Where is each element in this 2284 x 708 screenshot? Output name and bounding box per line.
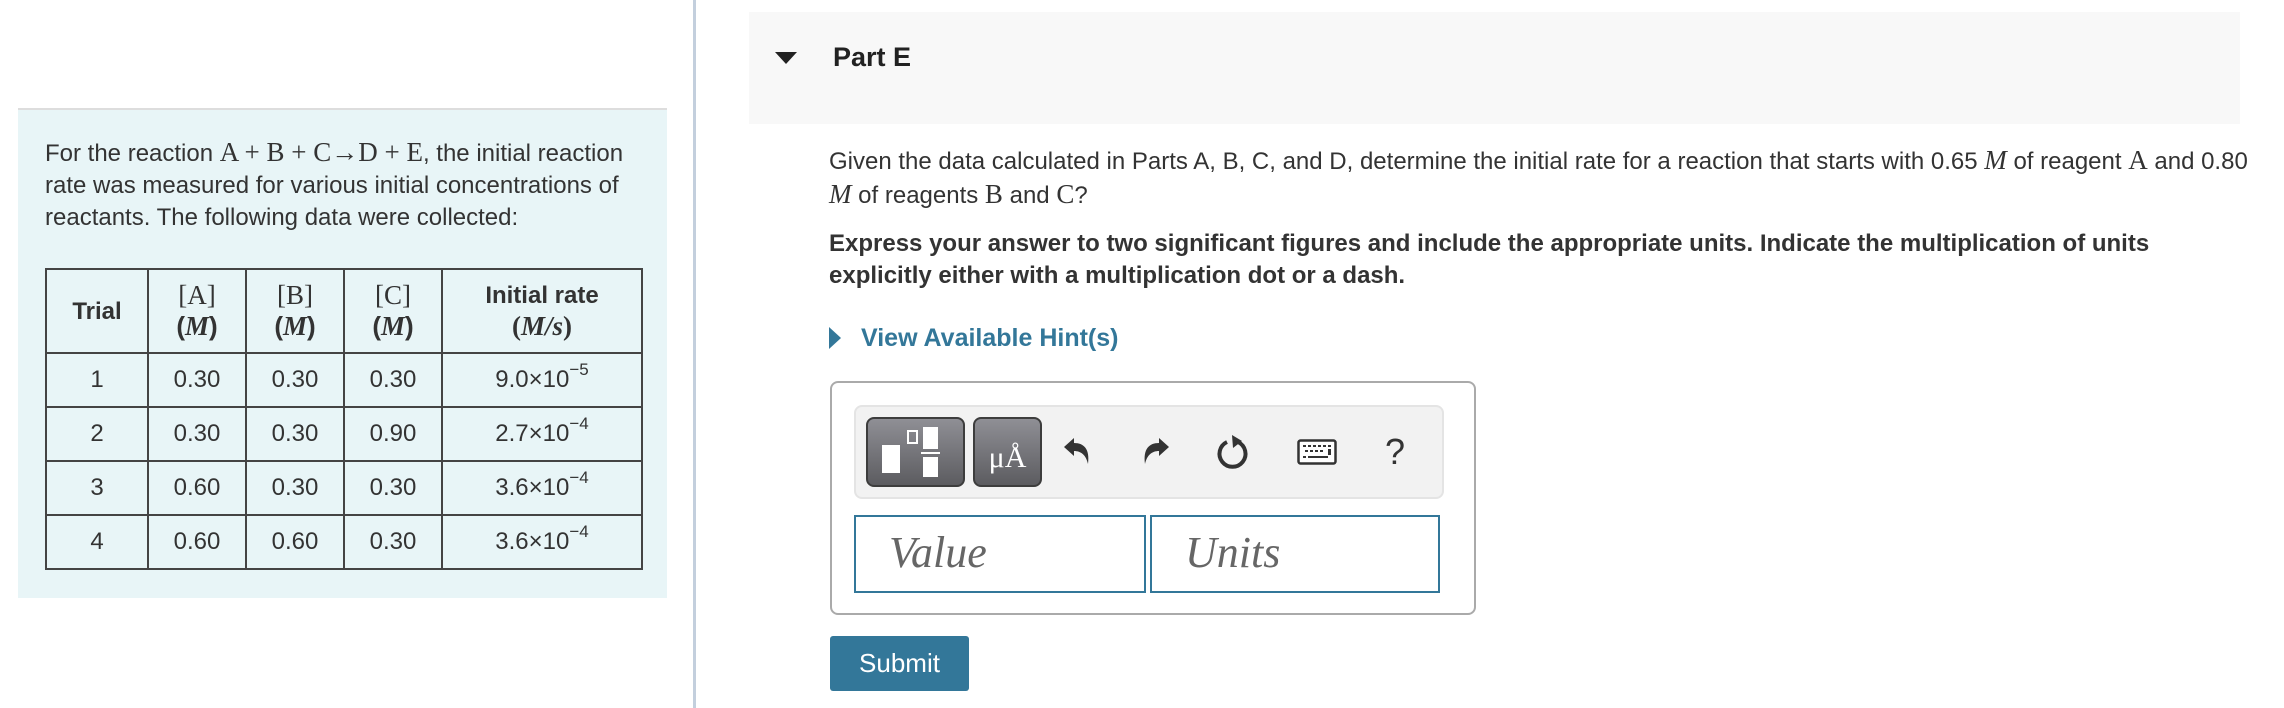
part-title: Part E (833, 42, 912, 72)
cell-c: 0.90 (343, 406, 443, 462)
units-button[interactable]: μÅ (973, 417, 1042, 487)
cell-trial: 4 (45, 514, 149, 570)
keyboard-icon (1297, 439, 1337, 465)
cell-b: 0.30 (245, 460, 345, 516)
table-row: 1 0.30 0.30 0.30 9.0×10−5 (45, 352, 643, 408)
answer-instruction: Express your answer to two significant f… (829, 230, 2150, 289)
math-toolbar: μÅ ? (854, 405, 1444, 499)
cell-b: 0.60 (245, 514, 345, 570)
redo-button[interactable] (1131, 427, 1181, 477)
problem-panel: For the reaction A + B + C→D + E, the in… (18, 108, 667, 598)
answer-box: μÅ ? Value Units (830, 381, 1476, 615)
cell-trial: 2 (45, 406, 149, 462)
cell-trial: 3 (45, 460, 149, 516)
rate-data-table: Trial [A] (M) [B] (M) [C] (M) Initial ra… (45, 268, 643, 570)
header-c: [C] (M) (343, 268, 443, 354)
reset-icon (1217, 435, 1248, 469)
help-button[interactable]: ? (1370, 427, 1420, 477)
reaction-equation: A + B + C→D + E (219, 137, 423, 167)
cell-a: 0.30 (147, 406, 247, 462)
cell-c: 0.30 (343, 460, 443, 516)
value-placeholder: Value (889, 528, 987, 577)
header-a: [A] (M) (147, 268, 247, 354)
cell-b: 0.30 (245, 352, 345, 408)
expand-triangle-icon (829, 327, 841, 349)
cell-c: 0.30 (343, 514, 443, 570)
table-row: 3 0.60 0.30 0.30 3.6×10−4 (45, 460, 643, 516)
cell-a: 0.30 (147, 352, 247, 408)
value-input[interactable]: Value (854, 515, 1146, 593)
cell-b: 0.30 (245, 406, 345, 462)
reset-button[interactable] (1209, 427, 1259, 477)
templates-button[interactable] (866, 417, 965, 487)
cell-a: 0.60 (147, 514, 247, 570)
pane-divider (693, 0, 696, 708)
undo-icon (1064, 438, 1089, 464)
table-row: 2 0.30 0.30 0.90 2.7×10−4 (45, 406, 643, 462)
redo-icon (1144, 438, 1169, 464)
units-placeholder: Units (1185, 528, 1281, 577)
hint-label[interactable]: View Available Hint(s) (861, 324, 1118, 353)
view-hints-link[interactable]: View Available Hint(s) (829, 321, 1118, 355)
header-trial: Trial (45, 268, 149, 354)
templates-icon (882, 427, 940, 477)
help-icon: ? (1384, 431, 1406, 472)
cell-c: 0.30 (343, 352, 443, 408)
cell-rate: 3.6×10−4 (441, 460, 643, 516)
keyboard-button[interactable] (1292, 427, 1342, 477)
header-b: [B] (M) (245, 268, 345, 354)
undo-button[interactable] (1052, 427, 1102, 477)
units-icon: μÅ (988, 441, 1027, 474)
cell-rate: 2.7×10−4 (441, 406, 643, 462)
table-row: 4 0.60 0.60 0.30 3.6×10−4 (45, 514, 643, 570)
cell-trial: 1 (45, 352, 149, 408)
collapse-triangle-icon[interactable] (775, 52, 797, 64)
units-input[interactable]: Units (1150, 515, 1440, 593)
part-header[interactable]: Part E (749, 12, 2240, 124)
header-initial-rate: Initial rate (M/s) (441, 268, 643, 354)
cell-rate: 9.0×10−5 (441, 352, 643, 408)
problem-intro: For the reaction A + B + C→D + E, the in… (45, 136, 645, 234)
table-header-row: Trial [A] (M) [B] (M) [C] (M) Initial ra… (45, 268, 643, 354)
cell-rate: 3.6×10−4 (441, 514, 643, 570)
intro-prefix: For the reaction (45, 140, 220, 167)
submit-button[interactable]: Submit (830, 636, 969, 691)
cell-a: 0.60 (147, 460, 247, 516)
question-text: Given the data calculated in Parts A, B,… (829, 145, 2248, 209)
